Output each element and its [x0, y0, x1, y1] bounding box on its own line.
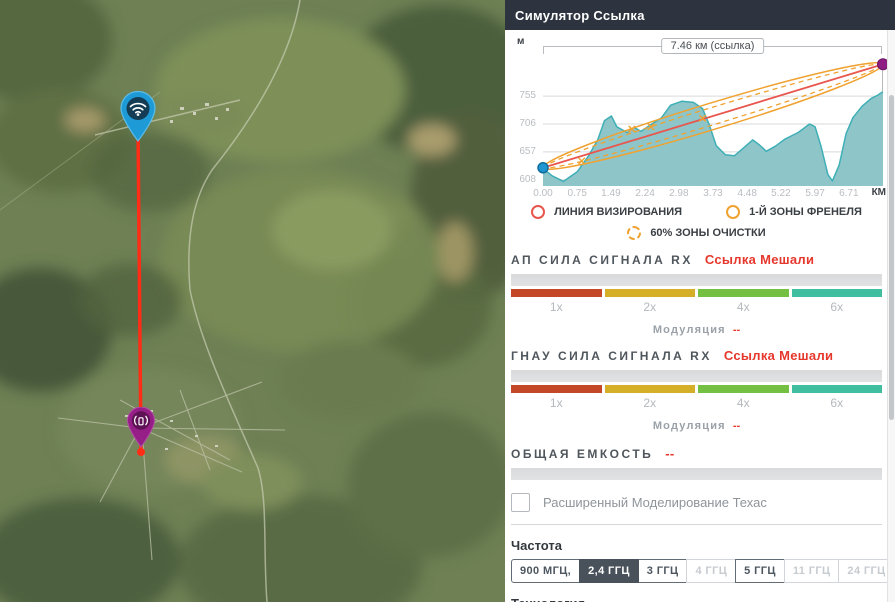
y-tick: 608	[519, 173, 536, 185]
legend-item: 60% ЗОНЫ ОЧИСТКИ	[627, 226, 766, 240]
scale-label: 6x	[830, 300, 844, 314]
x-axis-unit: КМ	[871, 187, 886, 198]
capacity-section: ОБЩАЯ ЕМКОСТЬ --	[511, 446, 882, 480]
app-root: Симулятор Ссылка м 7.46 км (ссылка) 608 6…	[0, 0, 895, 602]
divider	[511, 524, 882, 525]
scale-cell: 1x	[511, 289, 602, 314]
scale-segment	[698, 289, 789, 297]
station-signal-status: Ссылка Мешали	[723, 348, 834, 363]
x-tick: 4.48	[737, 188, 757, 199]
scale-cell: 4x	[698, 385, 789, 410]
scale-segment	[698, 385, 789, 393]
scale-segment	[791, 385, 882, 393]
x-tick: 0.75	[567, 188, 587, 199]
station-signal-meter	[511, 370, 882, 382]
modulation-label: Модуляция	[652, 324, 726, 336]
scale-label: 2x	[643, 300, 657, 314]
scale-segment	[604, 385, 695, 393]
scale-label: 6x	[830, 396, 844, 410]
scale-label: 1x	[549, 396, 563, 410]
ap-modulation-row: Модуляция --	[511, 324, 882, 336]
scale-label: 4x	[736, 300, 750, 314]
scale-cell: 1x	[511, 385, 602, 410]
x-tick: 2.98	[669, 188, 689, 199]
station-marker[interactable]	[124, 406, 158, 454]
x-tick: 6.71	[839, 188, 859, 199]
panel-title: Симулятор Ссылка	[515, 7, 645, 23]
frequency-option[interactable]: 5 ГГЦ	[735, 559, 785, 583]
scale-cell: 6x	[791, 385, 882, 410]
scale-label: 4x	[736, 396, 750, 410]
scale-label: 1x	[549, 300, 563, 314]
advanced-modeling-row: Расширенный Моделирование Техас	[511, 493, 882, 512]
x-tick: 0.00	[533, 188, 553, 199]
station-signal-section: ГНАУ СИЛА СИГНАЛА RX Ссылка Мешали 1x 2x…	[511, 348, 882, 432]
frequency-option[interactable]: 900 МГЦ,	[511, 559, 581, 583]
y-tick: 706	[519, 117, 536, 129]
distance-bracket: 7.46 км (ссылка)	[543, 38, 882, 54]
x-tick: 3.73	[703, 188, 723, 199]
frequency-button-group: 900 МГЦ, 2,4 ГГЦ 3 ГГЦ 4 ГГЦ 5 ГГЦ 11 ГГЦ 24 Г…	[511, 559, 895, 583]
modulation-label: Модуляция	[652, 420, 726, 432]
ap-signal-title: АП СИЛА СИГНАЛА RX	[511, 253, 693, 267]
legend-ring-icon	[531, 205, 546, 219]
legend-label: ЛИНИЯ ВИЗИРОВАНИЯ	[554, 206, 683, 218]
y-tick: 755	[519, 90, 536, 102]
y-axis-unit: м	[517, 36, 525, 47]
legend-ring-icon	[627, 226, 642, 240]
frequency-label: Частота	[511, 538, 563, 553]
scale-segment	[604, 289, 695, 297]
advanced-modeling-checkbox[interactable]	[511, 493, 530, 512]
modulation-value: --	[732, 324, 741, 336]
scale-segment	[511, 385, 602, 393]
capacity-value: --	[665, 446, 675, 461]
scale-cell: 2x	[604, 289, 695, 314]
y-tick: 657	[519, 145, 536, 157]
simulator-panel: Симулятор Ссылка м 7.46 км (ссылка) 608 6…	[505, 0, 895, 602]
modulation-value: --	[732, 420, 741, 432]
scale-cell: 6x	[791, 289, 882, 314]
frequency-option[interactable]: 3 ГГЦ	[637, 559, 688, 583]
frequency-option[interactable]: 2,4 ГГЦ	[579, 559, 639, 583]
panel-scrollbar[interactable]	[887, 30, 895, 602]
station-modulation-scale: 1x 2x 4x 6x	[511, 385, 882, 410]
x-tick: 5.97	[805, 188, 825, 199]
ap-marker[interactable]	[116, 90, 160, 148]
satellite-terrain	[0, 0, 505, 602]
station-signal-title: ГНАУ СИЛА СИГНАЛА RX	[511, 349, 712, 363]
x-axis-ticks: 0.00 0.75 1.49 2.24 2.98 3.73 4.48 5.22 5.97 6.71	[511, 188, 882, 202]
advanced-modeling-label: Расширенный Моделирование Техас	[543, 495, 767, 510]
capacity-meter	[511, 468, 882, 480]
elevation-chart: м 7.46 км (ссылка) 608 657 706 755 0.00 0.75…	[511, 34, 889, 202]
y-axis-ticks: 608 657 706 755	[511, 54, 539, 186]
x-tick: 1.49	[601, 188, 621, 199]
scale-segment	[791, 289, 882, 297]
x-tick: 5.22	[771, 188, 791, 199]
terrain-profile-plot	[537, 58, 889, 186]
scale-cell: 2x	[604, 385, 695, 410]
capacity-title: ОБЩАЯ ЕМКОСТЬ	[511, 447, 654, 461]
ap-signal-status: Ссылка Мешали	[704, 252, 815, 267]
frequency-option[interactable]: 4 ГГЦ	[686, 559, 737, 583]
x-tick: 2.24	[635, 188, 655, 199]
chart-legend: ЛИНИЯ ВИЗИРОВАНИЯ 1-Й ЗОНЫ ФРЕНЕЛЯ 60% З…	[511, 205, 882, 240]
ap-signal-meter	[511, 274, 882, 286]
ap-modulation-scale: 1x 2x 4x 6x	[511, 289, 882, 314]
panel-header: Симулятор Ссылка	[505, 0, 895, 30]
station-modulation-row: Модуляция --	[511, 420, 882, 432]
legend-item: ЛИНИЯ ВИЗИРОВАНИЯ	[531, 205, 682, 219]
legend-label: 60% ЗОНЫ ОЧИСТКИ	[650, 227, 766, 239]
scale-cell: 4x	[698, 289, 789, 314]
legend-label: 1-Й ЗОНЫ ФРЕНЕЛЯ	[749, 206, 862, 218]
map-canvas[interactable]	[0, 0, 505, 602]
legend-ring-icon	[726, 205, 741, 219]
frequency-option[interactable]: 11 ГГЦ	[783, 559, 840, 583]
scale-segment	[511, 289, 602, 297]
scrollbar-thumb[interactable]	[889, 95, 894, 420]
scale-label: 2x	[643, 396, 657, 410]
link-distance-label: 7.46 км (ссылка)	[660, 38, 765, 54]
ap-signal-section: АП СИЛА СИГНАЛА RX Ссылка Мешали 1x 2x 4…	[511, 252, 882, 336]
legend-item: 1-Й ЗОНЫ ФРЕНЕЛЯ	[726, 205, 862, 219]
technology-label: Технология	[511, 596, 882, 602]
